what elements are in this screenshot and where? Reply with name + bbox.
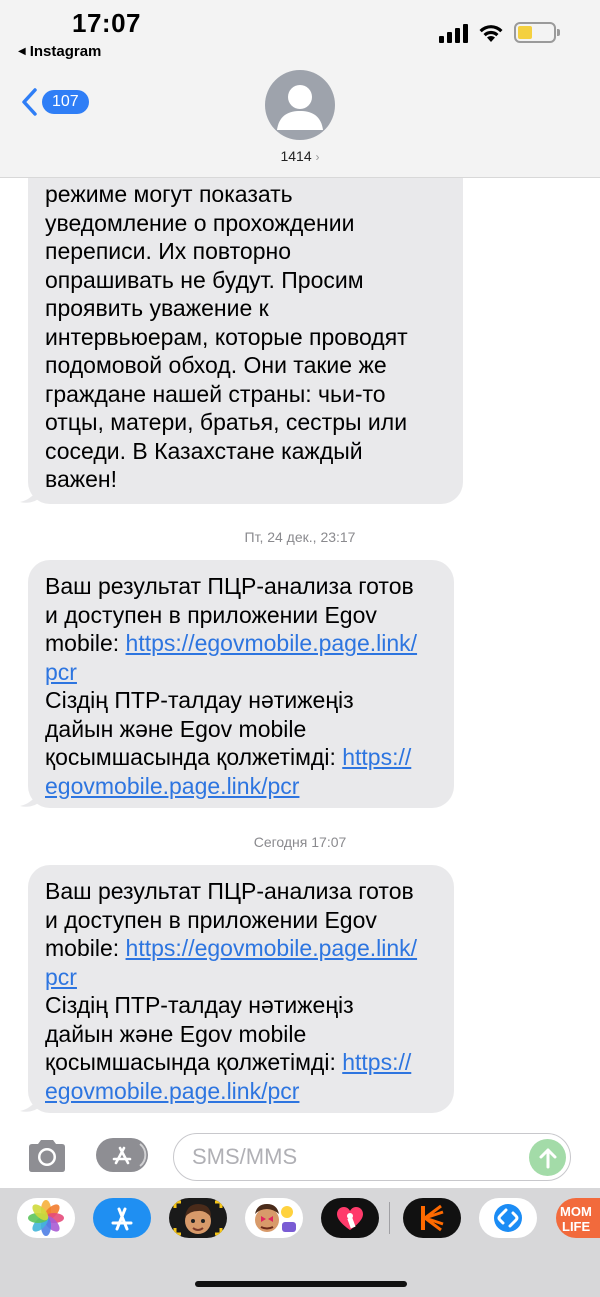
message-line: опрашивать не будут. Просим (45, 266, 364, 293)
svg-text:MOM: MOM (560, 1204, 592, 1219)
message-line: Ваш результат ПЦР-анализа готов (45, 573, 414, 599)
message-line: pcr (45, 963, 438, 992)
app-store-a-icon (112, 1143, 147, 1167)
app-store-button[interactable] (96, 1138, 148, 1172)
photos-icon[interactable] (17, 1198, 75, 1238)
compose-bar (0, 1128, 600, 1188)
bubble-tail (20, 1091, 42, 1112)
message-text: mobile: (45, 630, 126, 656)
arrow-up-icon (539, 1148, 556, 1168)
chevron-right-icon: › (315, 150, 320, 164)
message-text: mobile: (45, 935, 126, 961)
egov-link[interactable]: egovmobile.page.link/pcr (45, 773, 299, 799)
message-line: важен! (45, 466, 118, 492)
chevron-left-icon (22, 88, 37, 116)
imessage-app-drawer: MOM LIFE (0, 1188, 600, 1297)
mom-life-icon[interactable]: MOM LIFE (556, 1198, 600, 1238)
message-timestamp: Сегодня 17:07 (0, 834, 600, 850)
bubble-tail (20, 482, 42, 503)
camera-icon[interactable] (25, 1138, 69, 1174)
message-line: Ваш результат ПЦР-анализа готов (45, 878, 414, 904)
svg-text:LIFE: LIFE (562, 1219, 590, 1234)
digital-touch-heart-icon[interactable] (321, 1198, 379, 1238)
egov-link[interactable]: https:// (342, 744, 411, 770)
message-line: уведомление о прохождении (45, 209, 355, 236)
cellular-signal-icon (439, 23, 468, 43)
unread-count-badge: 107 (42, 90, 89, 114)
message-line: қосымшасында қолжетімді: https:// (45, 743, 438, 772)
message-bubble[interactable]: Ваш результат ПЦР-анализа готов и доступ… (28, 865, 454, 1113)
egov-link[interactable]: https:// (342, 1049, 411, 1075)
status-time: 17:07 (72, 8, 141, 38)
message-bubble[interactable]: Ваш результат ПЦР-анализа готов и доступ… (28, 560, 454, 808)
contact-name[interactable]: 1414 › (0, 148, 600, 164)
wifi-icon (479, 24, 503, 42)
message-line: и доступен в приложении Egov (45, 601, 377, 628)
contact-number: 1414 (280, 148, 312, 164)
back-button[interactable]: 107 (20, 88, 89, 116)
egov-link[interactable]: https://egovmobile.page.link/ (126, 630, 418, 656)
message-line: граждане нашей страны: чьи-то (45, 380, 386, 407)
home-indicator[interactable] (195, 1281, 407, 1287)
kinopoisk-icon[interactable] (403, 1198, 461, 1238)
message-text: қосымшасында қолжетімді: (45, 744, 343, 770)
message-timestamp: Пт, 24 дек., 23:17 (0, 529, 600, 545)
message-line: проявить уважение к (45, 295, 269, 321)
bubble-tail (20, 786, 42, 807)
message-line: egovmobile.page.link/pcr (45, 772, 438, 801)
egov-link[interactable]: egovmobile.page.link/pcr (45, 1078, 299, 1104)
message-input-field[interactable] (173, 1133, 571, 1181)
message-line: mobile: https://egovmobile.page.link/ (45, 629, 438, 658)
message-line: отцы, матери, братья, сестры или (45, 409, 408, 435)
message-line: egovmobile.page.link/pcr (45, 1077, 438, 1106)
animoji-stickers-icon[interactable] (245, 1198, 303, 1238)
app-store-icon[interactable] (93, 1198, 151, 1238)
message-line: mobile: https://egovmobile.page.link/ (45, 934, 438, 963)
send-button[interactable] (529, 1139, 566, 1176)
status-indicators (439, 22, 560, 43)
message-line: дайын және Egov mobile (45, 715, 307, 742)
battery-icon (514, 22, 560, 43)
message-line: режиме могут показать (45, 181, 293, 207)
person-silhouette-icon (277, 85, 323, 130)
message-bubble[interactable]: режиме могут показать уведомление о прох… (28, 140, 463, 504)
contact-avatar[interactable] (265, 70, 335, 140)
timestamp-day: Сегодня (253, 834, 308, 850)
egov-link[interactable]: https://egovmobile.page.link/ (126, 935, 418, 961)
message-line: переписи. Их повторно (45, 238, 291, 264)
drawer-divider (389, 1202, 390, 1234)
conversation-header: 17:07 ◀ Instagram 107 1414 › (0, 0, 600, 178)
message-line: соседи. В Казахстане каждый (45, 437, 363, 464)
message-line: Сіздің ПТР-талдау нәтижеңіз (45, 992, 354, 1018)
egov-link[interactable]: pcr (45, 659, 77, 685)
message-line: интервьюерам, которые проводят (45, 323, 408, 350)
message-input[interactable] (192, 1144, 522, 1170)
egov-link[interactable]: pcr (45, 964, 77, 990)
memoji-icon[interactable] (169, 1198, 227, 1238)
shazam-icon[interactable] (479, 1198, 537, 1238)
back-to-app-link[interactable]: ◀ Instagram (18, 43, 101, 60)
message-line: Сіздің ПТР-талдау нәтижеңіз (45, 687, 354, 713)
timestamp-time: 17:07 (311, 834, 347, 850)
timestamp-time: 23:17 (320, 529, 356, 545)
back-app-label: Instagram (29, 43, 102, 60)
back-triangle-icon: ◀ (18, 46, 26, 57)
message-line: қосымшасында қолжетімді: https:// (45, 1048, 438, 1077)
message-line: подомовой обход. Они такие же (45, 352, 387, 378)
timestamp-day: Пт, 24 дек., (244, 529, 317, 545)
message-line: pcr (45, 658, 438, 687)
message-line: и доступен в приложении Egov (45, 906, 377, 933)
message-line: дайын және Egov mobile (45, 1020, 307, 1047)
message-text: қосымшасында қолжетімді: (45, 1049, 343, 1075)
